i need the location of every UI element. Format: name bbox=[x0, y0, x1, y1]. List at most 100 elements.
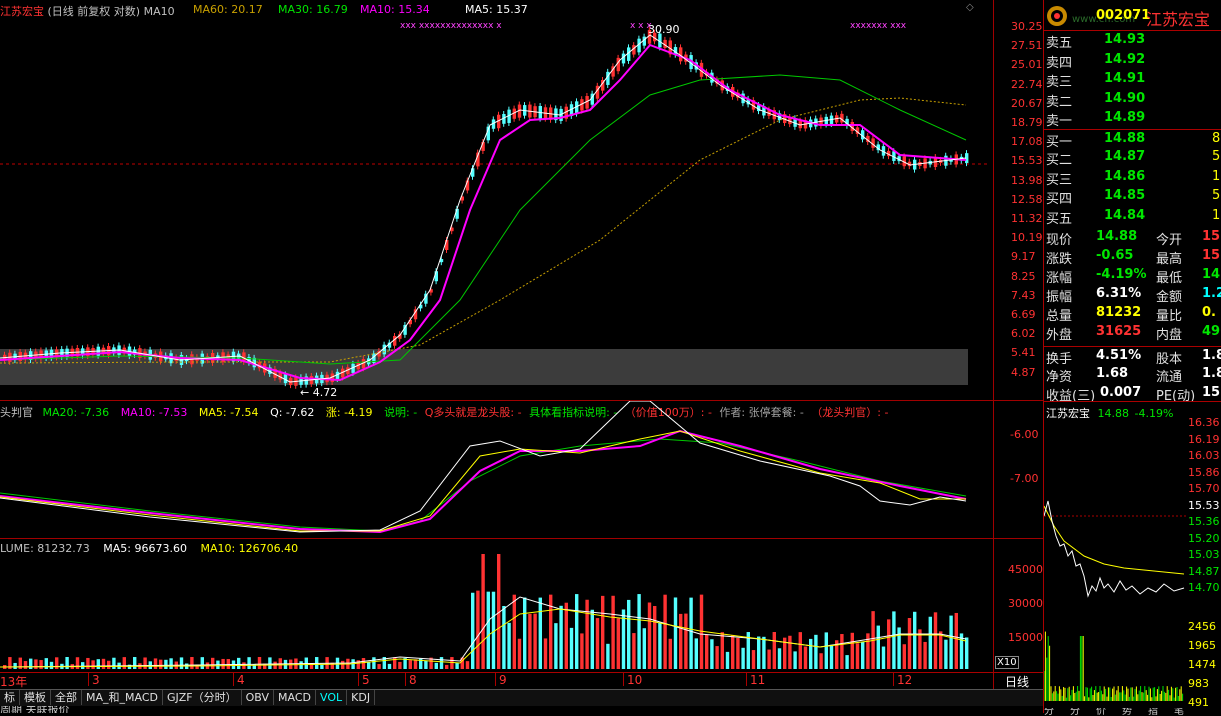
volume-bar bbox=[881, 646, 886, 669]
tab--[interactable]: 全部 bbox=[51, 690, 82, 705]
intraday-tab[interactable]: 笔 bbox=[1174, 708, 1184, 716]
volume-bar bbox=[512, 594, 516, 669]
ma10-line bbox=[0, 43, 967, 382]
tab-macd[interactable]: MACD bbox=[274, 690, 317, 705]
volume-bar bbox=[585, 599, 589, 669]
quote-value: 1.84 bbox=[1202, 348, 1221, 363]
volume-bar bbox=[190, 657, 194, 669]
signal-markers: xxx xxxxxxxxxxxxxx x bbox=[400, 21, 502, 31]
order-price: 14.93 bbox=[1104, 32, 1146, 47]
ind-axis-tick-2: -7.00 bbox=[1010, 472, 1039, 485]
volume-bar bbox=[580, 633, 584, 669]
volume-bar bbox=[689, 597, 693, 669]
intraday-vol-tick: 2456 bbox=[1188, 620, 1216, 633]
price-tick: 4.87 bbox=[1011, 365, 1036, 379]
intraday-tab[interactable]: 分 bbox=[1070, 708, 1080, 716]
quote-row: 净资 1.68 流通 1.80 bbox=[1044, 365, 1221, 385]
order-row-sell[interactable]: 卖五 14.93 bbox=[1044, 31, 1221, 51]
quote-key: 今开 bbox=[1156, 233, 1183, 248]
volume-bar bbox=[424, 660, 428, 669]
order-price: 14.91 bbox=[1104, 71, 1146, 86]
order-label: 卖五 bbox=[1046, 36, 1073, 51]
quote-value: 31625 bbox=[1096, 324, 1142, 339]
volume-bar bbox=[616, 618, 620, 669]
tab-kdj[interactable]: KDJ bbox=[347, 690, 376, 705]
order-price: 14.88 bbox=[1104, 130, 1146, 146]
order-label: 买一 bbox=[1046, 134, 1073, 150]
volume-bar bbox=[668, 638, 672, 669]
tab-obv[interactable]: OBV bbox=[242, 690, 275, 705]
indicator-panel[interactable]: 头判官 MA20: -7.36 MA10: -7.53 MA5: -7.54 Q… bbox=[0, 401, 993, 538]
order-price: 14.92 bbox=[1104, 51, 1146, 67]
tab--[interactable]: 模板 bbox=[20, 690, 51, 705]
ind-ma20-line bbox=[0, 438, 967, 532]
order-volume: 5 bbox=[1212, 188, 1221, 203]
intraday-panel[interactable]: 江苏宏宝 14.88 -4.19% 16.36 16.19 16.03 15.86 15… bbox=[1044, 401, 1221, 716]
price-tick: 9.17 bbox=[1011, 250, 1036, 264]
order-row-sell[interactable]: 卖二 14.90 bbox=[1044, 90, 1221, 110]
intraday-price-tick: 15.03 bbox=[1188, 548, 1220, 561]
volume-bar bbox=[13, 662, 17, 669]
volume-bar bbox=[824, 632, 828, 669]
order-row-buy[interactable]: 买三 14.86 1 bbox=[1044, 168, 1221, 188]
intraday-vol-tick: 983 bbox=[1188, 677, 1209, 690]
order-label: 买三 bbox=[1046, 172, 1073, 188]
volume-bar bbox=[564, 602, 568, 669]
tab-ma-macd[interactable]: MA_和_MACD bbox=[82, 690, 163, 705]
volume-bar bbox=[751, 650, 756, 669]
quote-value: 14.7 bbox=[1202, 267, 1221, 282]
quote-header: www.cfi.com 002071 江苏宏宝 bbox=[1044, 0, 1221, 31]
intraday-tab[interactable]: 势 bbox=[1122, 708, 1132, 716]
quote-key: 量比 bbox=[1156, 309, 1183, 324]
volume-bar bbox=[954, 612, 958, 669]
order-row-sell[interactable]: 卖三 14.91 bbox=[1044, 70, 1221, 90]
intraday-tab[interactable]: 分 bbox=[1044, 708, 1054, 716]
price-tick: 13.98 bbox=[1011, 173, 1043, 187]
volume-bar bbox=[887, 619, 891, 669]
intraday-price-line bbox=[1044, 500, 1185, 598]
date-axis: 13年 3 4 5 8 9 10 11 12 日线 bbox=[0, 672, 1043, 690]
main-chart-panel[interactable]: 江苏宏宝 (日线 前复权 对数) MA10 MA60: 20.17 MA30: … bbox=[0, 0, 993, 400]
order-row-buy[interactable]: 买二 14.87 5 bbox=[1044, 148, 1221, 168]
order-row-buy[interactable]: 买一 14.88 8 bbox=[1044, 128, 1221, 150]
volume-bar bbox=[694, 638, 698, 669]
tab-vol[interactable]: VOL bbox=[316, 690, 348, 705]
volume-bar bbox=[876, 625, 880, 669]
quote-value: -4.19% bbox=[1096, 267, 1147, 282]
intraday-tab[interactable]: 指 bbox=[1148, 708, 1158, 716]
volume-bar bbox=[143, 657, 147, 669]
quote-row: 涨跌 -0.65 最高 15.6 bbox=[1044, 247, 1221, 267]
intraday-tabs[interactable]: 分分价势指笔 bbox=[1044, 708, 1221, 716]
quote-value: -0.65 bbox=[1096, 248, 1134, 263]
volume-bar bbox=[434, 662, 438, 669]
tab--[interactable]: 标 bbox=[0, 690, 20, 705]
volume-bar bbox=[653, 606, 657, 669]
order-label: 买二 bbox=[1046, 153, 1073, 168]
volume-bar bbox=[91, 660, 95, 669]
volume-bar bbox=[673, 597, 678, 669]
volume-bar bbox=[413, 659, 418, 669]
quote-key: 净资 bbox=[1046, 370, 1073, 385]
order-row-buy[interactable]: 买四 14.85 5 bbox=[1044, 187, 1221, 207]
vol-axis-tick-2: 30000 bbox=[1008, 597, 1043, 610]
order-row-sell[interactable]: 卖一 14.89 bbox=[1044, 109, 1221, 129]
quote-row: 外盘 31625 内盘 4960 bbox=[1044, 323, 1221, 343]
volume-bar bbox=[377, 664, 381, 669]
volume-panel[interactable]: LUME: 81232.73 MA5: 96673.60 MA10: 12670… bbox=[0, 539, 993, 672]
volume-bar bbox=[39, 660, 43, 669]
volume-bar bbox=[55, 657, 59, 669]
order-row-buy[interactable]: 买五 14.84 1 bbox=[1044, 207, 1221, 227]
order-price: 14.90 bbox=[1104, 90, 1146, 106]
quote-row: 现价 14.88 今开 15.4 bbox=[1044, 228, 1221, 248]
volume-bar bbox=[736, 637, 740, 669]
quote-value: 6.31% bbox=[1096, 286, 1142, 301]
volume-chart bbox=[0, 554, 969, 669]
volume-bar bbox=[122, 657, 126, 669]
order-row-sell[interactable]: 卖四 14.92 bbox=[1044, 51, 1221, 71]
order-price: 14.87 bbox=[1104, 149, 1146, 164]
intraday-tab[interactable]: 价 bbox=[1096, 708, 1106, 716]
volume-bar bbox=[507, 622, 511, 669]
period-label[interactable]: 日线 bbox=[1005, 673, 1029, 690]
volume-bar bbox=[861, 641, 865, 669]
tab-gjzf-[interactable]: GJZF（分时） bbox=[163, 690, 242, 705]
